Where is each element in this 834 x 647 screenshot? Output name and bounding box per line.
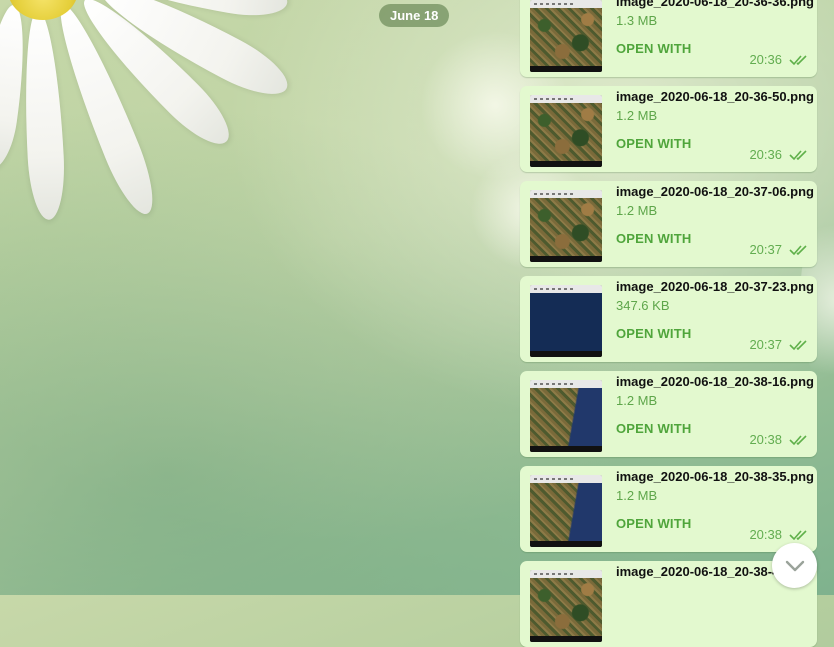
- file-name: image_2020-06-18_20-37-06.png: [616, 184, 815, 199]
- double-check-icon: [789, 435, 807, 446]
- file-message[interactable]: image_2020-06-18_20-36-36.png 1.3 MB OPE…: [520, 0, 817, 77]
- double-check-icon: [789, 340, 807, 351]
- open-with-button[interactable]: OPEN WITH: [616, 326, 691, 341]
- file-thumbnail[interactable]: [530, 285, 602, 357]
- file-size: 1.2 MB: [616, 108, 658, 123]
- double-check-icon: [789, 530, 807, 541]
- message-time: 20:38: [749, 527, 782, 542]
- file-message[interactable]: image_2020-06-18_20-38-44.png: [520, 561, 817, 647]
- file-thumbnail[interactable]: [530, 570, 602, 642]
- file-size: 347.6 KB: [616, 298, 670, 313]
- open-with-button[interactable]: OPEN WITH: [616, 136, 691, 151]
- file-name: image_2020-06-18_20-36-50.png: [616, 89, 815, 104]
- chevron-down-icon: [785, 560, 804, 571]
- double-check-icon: [789, 150, 807, 161]
- open-with-button[interactable]: OPEN WITH: [616, 231, 691, 246]
- date-separator: June 18: [379, 4, 450, 27]
- file-message[interactable]: image_2020-06-18_20-37-23.png 347.6 KB O…: [520, 276, 817, 362]
- double-check-icon: [789, 245, 807, 256]
- open-with-button[interactable]: OPEN WITH: [616, 421, 691, 436]
- file-thumbnail[interactable]: [530, 475, 602, 547]
- file-thumbnail[interactable]: [530, 190, 602, 262]
- file-thumbnail[interactable]: [530, 380, 602, 452]
- message-time: 20:38: [749, 432, 782, 447]
- file-size: 1.2 MB: [616, 393, 658, 408]
- file-thumbnail[interactable]: [530, 95, 602, 167]
- file-size: 1.3 MB: [616, 13, 658, 28]
- message-time: 20:36: [749, 147, 782, 162]
- file-size: 1.2 MB: [616, 203, 658, 218]
- file-message[interactable]: image_2020-06-18_20-38-35.png 1.2 MB OPE…: [520, 466, 817, 552]
- file-name: image_2020-06-18_20-36-36.png: [616, 0, 815, 9]
- file-message[interactable]: image_2020-06-18_20-37-06.png 1.2 MB OPE…: [520, 181, 817, 267]
- file-message[interactable]: image_2020-06-18_20-38-16.png 1.2 MB OPE…: [520, 371, 817, 457]
- file-name: image_2020-06-18_20-38-35.png: [616, 469, 815, 484]
- message-time: 20:37: [749, 242, 782, 257]
- double-check-icon: [789, 55, 807, 66]
- message-time: 20:36: [749, 52, 782, 67]
- open-with-button[interactable]: OPEN WITH: [616, 516, 691, 531]
- open-with-button[interactable]: OPEN WITH: [616, 41, 691, 56]
- scroll-down-button[interactable]: [772, 543, 817, 588]
- file-thumbnail[interactable]: [530, 0, 602, 72]
- message-time: 20:37: [749, 337, 782, 352]
- file-name: image_2020-06-18_20-37-23.png: [616, 279, 815, 294]
- file-message[interactable]: image_2020-06-18_20-36-50.png 1.2 MB OPE…: [520, 86, 817, 172]
- file-name: image_2020-06-18_20-38-16.png: [616, 374, 815, 389]
- file-size: 1.2 MB: [616, 488, 658, 503]
